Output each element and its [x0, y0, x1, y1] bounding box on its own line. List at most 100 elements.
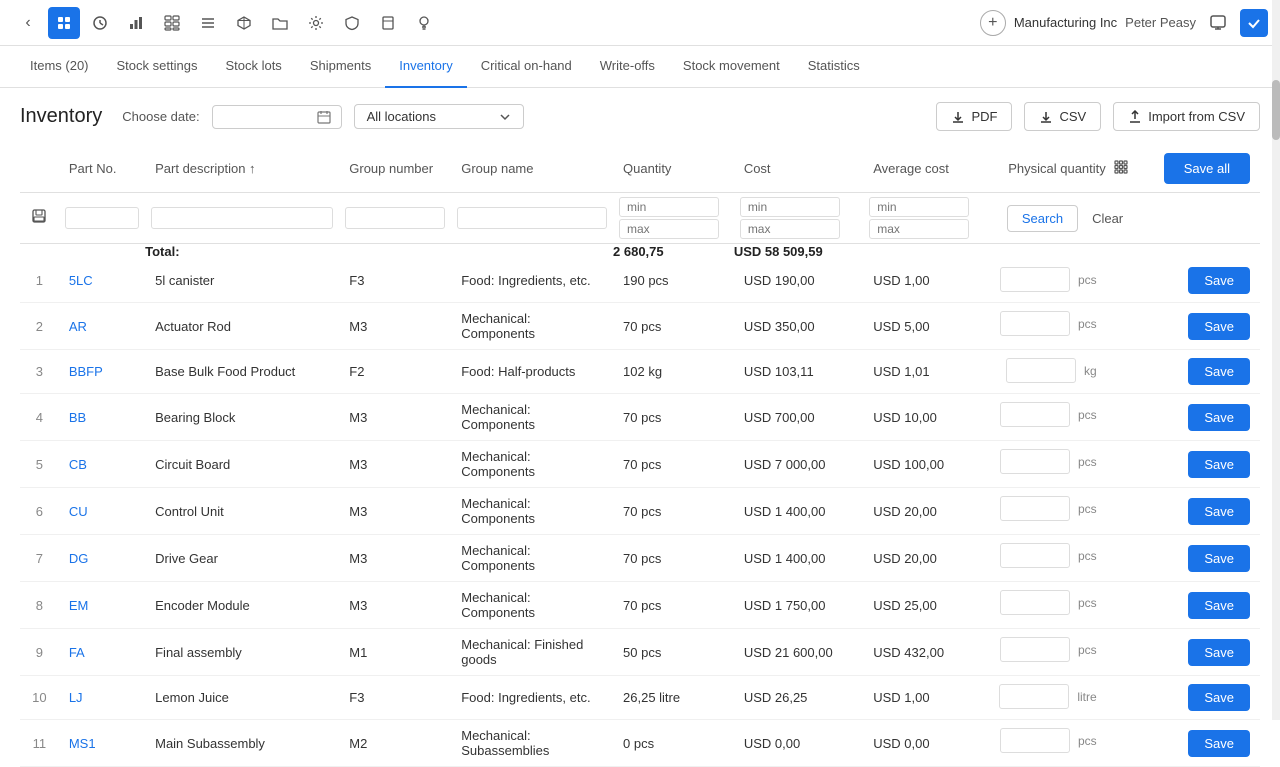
scrollbar-thumb[interactable]	[1272, 80, 1280, 140]
physqty-input[interactable]	[1000, 311, 1070, 336]
row-partno: MS1	[59, 720, 145, 767]
save-row-button[interactable]: Save	[1188, 358, 1250, 385]
row-avgcost: USD 1,01	[863, 350, 992, 394]
company-name: Manufacturing Inc	[1014, 15, 1117, 30]
user-name: Peter Peasy	[1125, 15, 1196, 30]
choose-date-label: Choose date:	[122, 109, 199, 124]
row-grpname: Mechanical: Components	[451, 488, 613, 535]
row-partno: LJ	[59, 676, 145, 720]
filter-grpname-input[interactable]	[457, 207, 607, 229]
save-row-button[interactable]: Save	[1188, 267, 1250, 294]
page-header: Inventory Choose date: All locations PDF…	[0, 88, 1280, 145]
save-row-button[interactable]: Save	[1188, 639, 1250, 666]
tab-items[interactable]: Items (20)	[16, 46, 103, 88]
filter-cost-min[interactable]	[740, 197, 840, 217]
row-cost: USD 190,00	[734, 259, 863, 303]
filter-grpnum-input[interactable]	[345, 207, 445, 229]
filter-avgcost-min[interactable]	[869, 197, 969, 217]
col-header-physqty: Physical quantity	[993, 145, 1146, 193]
import-csv-button[interactable]: Import from CSV	[1113, 102, 1260, 131]
save-row-button[interactable]: Save	[1188, 313, 1250, 340]
clear-button[interactable]: Clear	[1084, 206, 1131, 231]
filter-desc-input[interactable]	[151, 207, 333, 229]
save-all-button[interactable]: Save all	[1164, 153, 1250, 184]
check-icon[interactable]	[1240, 9, 1268, 37]
physqty-input[interactable]	[1000, 402, 1070, 427]
save-row-button[interactable]: Save	[1188, 545, 1250, 572]
location-select[interactable]: All locations	[354, 104, 524, 129]
app-icon-gear[interactable]	[300, 7, 332, 39]
physqty-input[interactable]	[1006, 358, 1076, 383]
app-icon-chart[interactable]	[120, 7, 152, 39]
physqty-input[interactable]	[1000, 637, 1070, 662]
scrollbar-track[interactable]	[1272, 0, 1280, 720]
row-action: Save	[1145, 676, 1260, 720]
physqty-input[interactable]	[1000, 267, 1070, 292]
row-partno: AR	[59, 303, 145, 350]
back-icon[interactable]: ‹	[12, 7, 44, 39]
app-bar: ‹ + Manufacturing Inc Peter Peasy	[0, 0, 1280, 46]
save-row-button[interactable]: Save	[1188, 684, 1250, 711]
row-qty: 26,25 litre	[613, 676, 734, 720]
pdf-button[interactable]: PDF	[936, 102, 1012, 131]
row-action: Save	[1145, 303, 1260, 350]
filter-grpnum[interactable]	[339, 193, 451, 244]
row-grpnum: F2	[339, 350, 451, 394]
app-icon-folder[interactable]	[264, 7, 296, 39]
filter-qty-max[interactable]	[619, 219, 719, 239]
tab-inventory[interactable]: Inventory	[385, 46, 466, 88]
tab-stock-lots[interactable]: Stock lots	[211, 46, 295, 88]
col-header-desc[interactable]: Part description ↑	[145, 145, 339, 193]
physqty-input[interactable]	[1000, 728, 1070, 753]
tab-shipments[interactable]: Shipments	[296, 46, 385, 88]
app-icon-shield[interactable]	[336, 7, 368, 39]
physqty-grid-icon[interactable]	[1112, 158, 1130, 179]
tab-stock-settings[interactable]: Stock settings	[103, 46, 212, 88]
filter-save-icon[interactable]	[31, 211, 47, 228]
new-item-button[interactable]: +	[980, 10, 1006, 36]
notifications-icon[interactable]	[1204, 9, 1232, 37]
physqty-input[interactable]	[1000, 496, 1070, 521]
app-icon-grid[interactable]	[156, 7, 188, 39]
filter-cost-max[interactable]	[740, 219, 840, 239]
search-button[interactable]: Search	[1007, 205, 1078, 232]
tab-critical[interactable]: Critical on-hand	[467, 46, 586, 88]
row-partno: 5LC	[59, 259, 145, 303]
save-row-button[interactable]: Save	[1188, 592, 1250, 619]
physqty-unit: pcs	[1078, 549, 1097, 563]
row-qty: 0 pcs	[613, 720, 734, 767]
row-physqty: pcs	[993, 488, 1103, 529]
filter-qty-min[interactable]	[619, 197, 719, 217]
row-grpnum: M3	[339, 582, 451, 629]
filter-avgcost	[863, 193, 992, 244]
filter-partno[interactable]	[59, 193, 145, 244]
save-row-button[interactable]: Save	[1188, 404, 1250, 431]
date-picker[interactable]	[212, 105, 342, 129]
app-icon-active[interactable]	[48, 7, 80, 39]
csv-button[interactable]: CSV	[1024, 102, 1101, 131]
filter-grpname[interactable]	[451, 193, 613, 244]
filter-avgcost-max[interactable]	[869, 219, 969, 239]
row-grpname: Food: Ingredients, etc.	[451, 676, 613, 720]
filter-partno-input[interactable]	[65, 207, 139, 229]
app-icon-clock[interactable]	[84, 7, 116, 39]
save-row-button[interactable]: Save	[1188, 451, 1250, 478]
app-icon-bulb[interactable]	[408, 7, 440, 39]
row-action: Save	[1145, 720, 1260, 767]
physqty-input[interactable]	[999, 684, 1069, 709]
tab-statistics[interactable]: Statistics	[794, 46, 874, 88]
row-desc: Actuator Rod	[145, 303, 339, 350]
physqty-input[interactable]	[1000, 590, 1070, 615]
app-icon-cube[interactable]	[228, 7, 260, 39]
app-icon-box[interactable]	[372, 7, 404, 39]
filter-desc[interactable]	[145, 193, 339, 244]
app-icon-list[interactable]	[192, 7, 224, 39]
tab-writeoffs[interactable]: Write-offs	[586, 46, 669, 88]
physqty-input[interactable]	[1000, 543, 1070, 568]
tab-stock-movement[interactable]: Stock movement	[669, 46, 794, 88]
save-row-button[interactable]: Save	[1188, 730, 1250, 757]
save-row-button[interactable]: Save	[1188, 498, 1250, 525]
physqty-input[interactable]	[1000, 449, 1070, 474]
row-grpnum: F3	[339, 676, 451, 720]
col-header-groupname: Group name	[451, 145, 613, 193]
